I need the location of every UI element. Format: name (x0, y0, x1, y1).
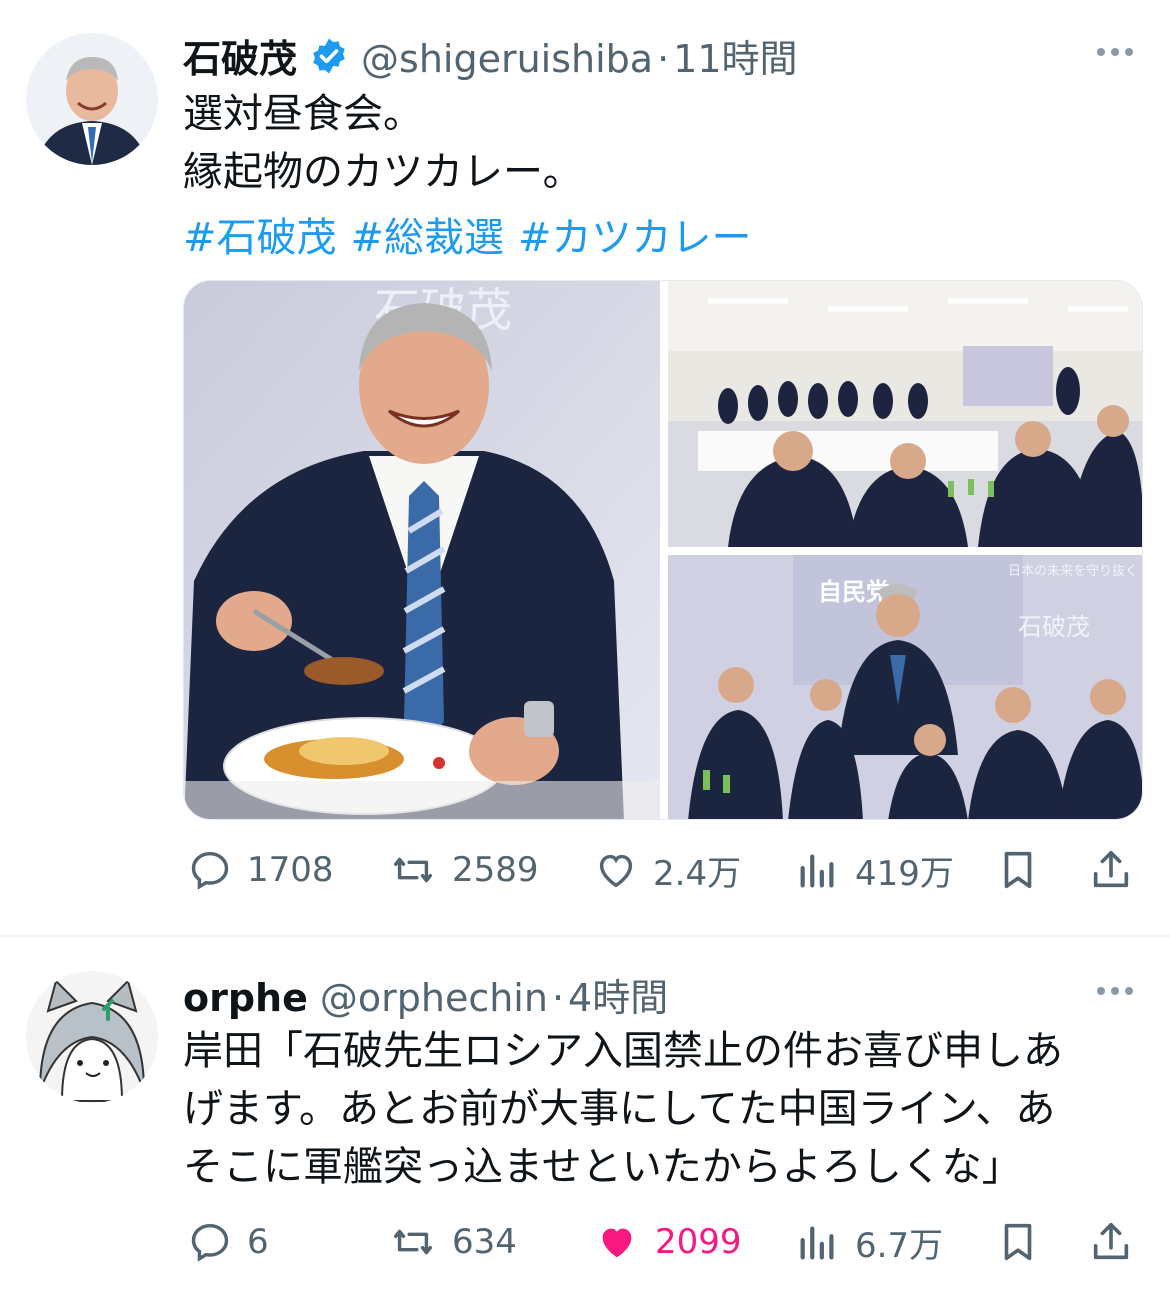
views-count: 419万 (855, 853, 954, 894)
verified-badge-icon (313, 38, 345, 73)
tweet-1-text-line-1: 選対昼食会。 (183, 91, 423, 137)
reply-button[interactable]: 1708 (187, 840, 334, 900)
views-button[interactable]: 419万 (795, 840, 954, 900)
more-icon[interactable] (1097, 987, 1133, 995)
post-time[interactable]: 4時間 (568, 967, 668, 1022)
avatar-shigeruishiba[interactable] (26, 33, 158, 165)
bookmark-button[interactable] (995, 840, 1041, 900)
separator-dot: · (657, 37, 670, 81)
tweet-2[interactable]: orphe @orphechin · 4時間 岸田「石破先生ロシア入国禁止の件お… (0, 937, 1170, 1306)
tweet-2-header: orphe @orphechin · 4時間 (183, 967, 668, 1022)
repost-button[interactable]: 634 (388, 1212, 517, 1272)
repost-icon (394, 857, 432, 883)
reply-icon (191, 851, 229, 890)
like-button[interactable]: 2099 (593, 1212, 742, 1272)
like-icon (599, 854, 633, 888)
tweet-1-header: 石破茂 @shigeruishiba · 11時間 (183, 28, 798, 83)
author-handle[interactable]: @orphechin (320, 976, 548, 1020)
views-count: 6.7万 (855, 1225, 944, 1266)
repost-icon (394, 1229, 432, 1255)
reply-button[interactable]: 6 (187, 1212, 269, 1272)
views-icon (800, 854, 834, 888)
like-icon (602, 1228, 632, 1258)
avatar-image (26, 971, 158, 1103)
tweet-1-text-line-2: 縁起物のカツカレー。 (183, 149, 583, 195)
tweet-2-text-line-3: そこに軍艦突っ込ませといたからよろしくな」 (183, 1144, 1022, 1190)
photo-eating-curry[interactable]: 石破茂 (184, 281, 660, 819)
avatar-image (26, 33, 158, 165)
views-button[interactable]: 6.7万 (795, 1212, 943, 1272)
hashtag-link[interactable]: #総裁選 (351, 215, 505, 261)
reply-icon (191, 1223, 229, 1262)
author-handle[interactable]: @shigeruishiba (361, 37, 653, 81)
author-name[interactable]: 石破茂 (183, 28, 297, 83)
photo-meeting-room[interactable] (668, 281, 1142, 547)
like-count: 2.4万 (653, 853, 742, 894)
tweet-1[interactable]: 石破茂 @shigeruishiba · 11時間 選対昼食会。 縁起物のカツカ… (0, 0, 1170, 935)
tweet-2-actions: 6 634 2099 6.7万 (183, 1212, 1143, 1272)
tweet-2-text-line-1: 岸田「石破先生ロシア入国禁止の件お喜び申しあ (183, 1028, 1063, 1074)
bookmark-button[interactable] (995, 1212, 1041, 1272)
photo-banner-slogan: 日本の未来を守り抜く (1008, 563, 1138, 579)
share-button[interactable] (1088, 840, 1134, 900)
post-time[interactable]: 11時間 (673, 28, 797, 83)
reply-count: 1708 (247, 850, 334, 890)
bookmark-icon (1004, 1223, 1032, 1261)
bookmark-icon (1004, 851, 1032, 889)
separator-dot: · (551, 976, 565, 1020)
repost-count: 2589 (452, 850, 539, 890)
reply-count: 6 (247, 1222, 269, 1262)
share-button[interactable] (1088, 1212, 1134, 1272)
hashtag-link[interactable]: #カツカレー (518, 215, 752, 261)
like-button[interactable]: 2.4万 (593, 840, 741, 900)
repost-button[interactable]: 2589 (388, 840, 539, 900)
avatar-orphechin[interactable] (26, 971, 158, 1103)
media-grid: 石破茂 (183, 280, 1143, 820)
views-icon (800, 1226, 834, 1260)
tweet-1-actions: 1708 2589 2.4万 419万 (183, 840, 1143, 900)
like-count: 2099 (655, 1222, 742, 1262)
hashtags: #石破茂 #総裁選 #カツカレー (183, 205, 766, 263)
share-icon (1093, 850, 1129, 888)
tweet-2-text-line-2: げます。あとお前が大事にしてた中国ライン、あ (183, 1086, 1056, 1132)
repost-count: 634 (452, 1222, 517, 1262)
photo-banner-name: 石破茂 (1018, 613, 1090, 641)
hashtag-link[interactable]: #石破茂 (183, 215, 337, 261)
author-name[interactable]: orphe (183, 976, 308, 1020)
photo-speech[interactable]: 自民党 日本の未来を守り抜く 石破茂 (668, 555, 1142, 819)
share-icon (1093, 1222, 1129, 1260)
more-icon[interactable] (1097, 48, 1133, 56)
